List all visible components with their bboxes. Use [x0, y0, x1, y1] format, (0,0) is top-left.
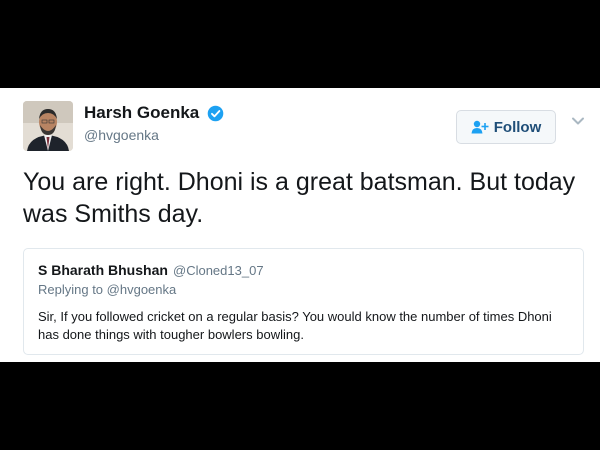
quoted-author-name: S Bharath Bhushan — [38, 262, 168, 278]
verified-badge-icon — [207, 105, 224, 122]
author-handle[interactable]: @hvgoenka — [84, 127, 159, 143]
replying-to: Replying to @hvgoenka — [38, 282, 176, 297]
quoted-tweet[interactable]: S Bharath Bhushan @Cloned13_07 Replying … — [23, 248, 584, 355]
quoted-tweet-text: Sir, If you followed cricket on a regula… — [38, 309, 552, 342]
follow-button[interactable]: Follow — [456, 110, 556, 144]
author-name[interactable]: Harsh Goenka — [84, 103, 199, 123]
follow-button-label: Follow — [493, 118, 542, 136]
replying-to-handle[interactable]: @hvgoenka — [107, 282, 177, 297]
add-user-icon — [471, 120, 489, 134]
avatar-photo — [23, 101, 73, 151]
tweet-text: You are right. Dhoni is a great batsman.… — [23, 168, 576, 228]
avatar[interactable] — [23, 101, 73, 151]
chevron-down-icon[interactable] — [571, 116, 585, 126]
tweet-card: Harsh Goenka @hvgoenka Follow You are ri… — [0, 88, 600, 362]
quoted-author-handle: @Cloned13_07 — [173, 263, 264, 278]
replying-to-label: Replying to — [38, 282, 104, 297]
